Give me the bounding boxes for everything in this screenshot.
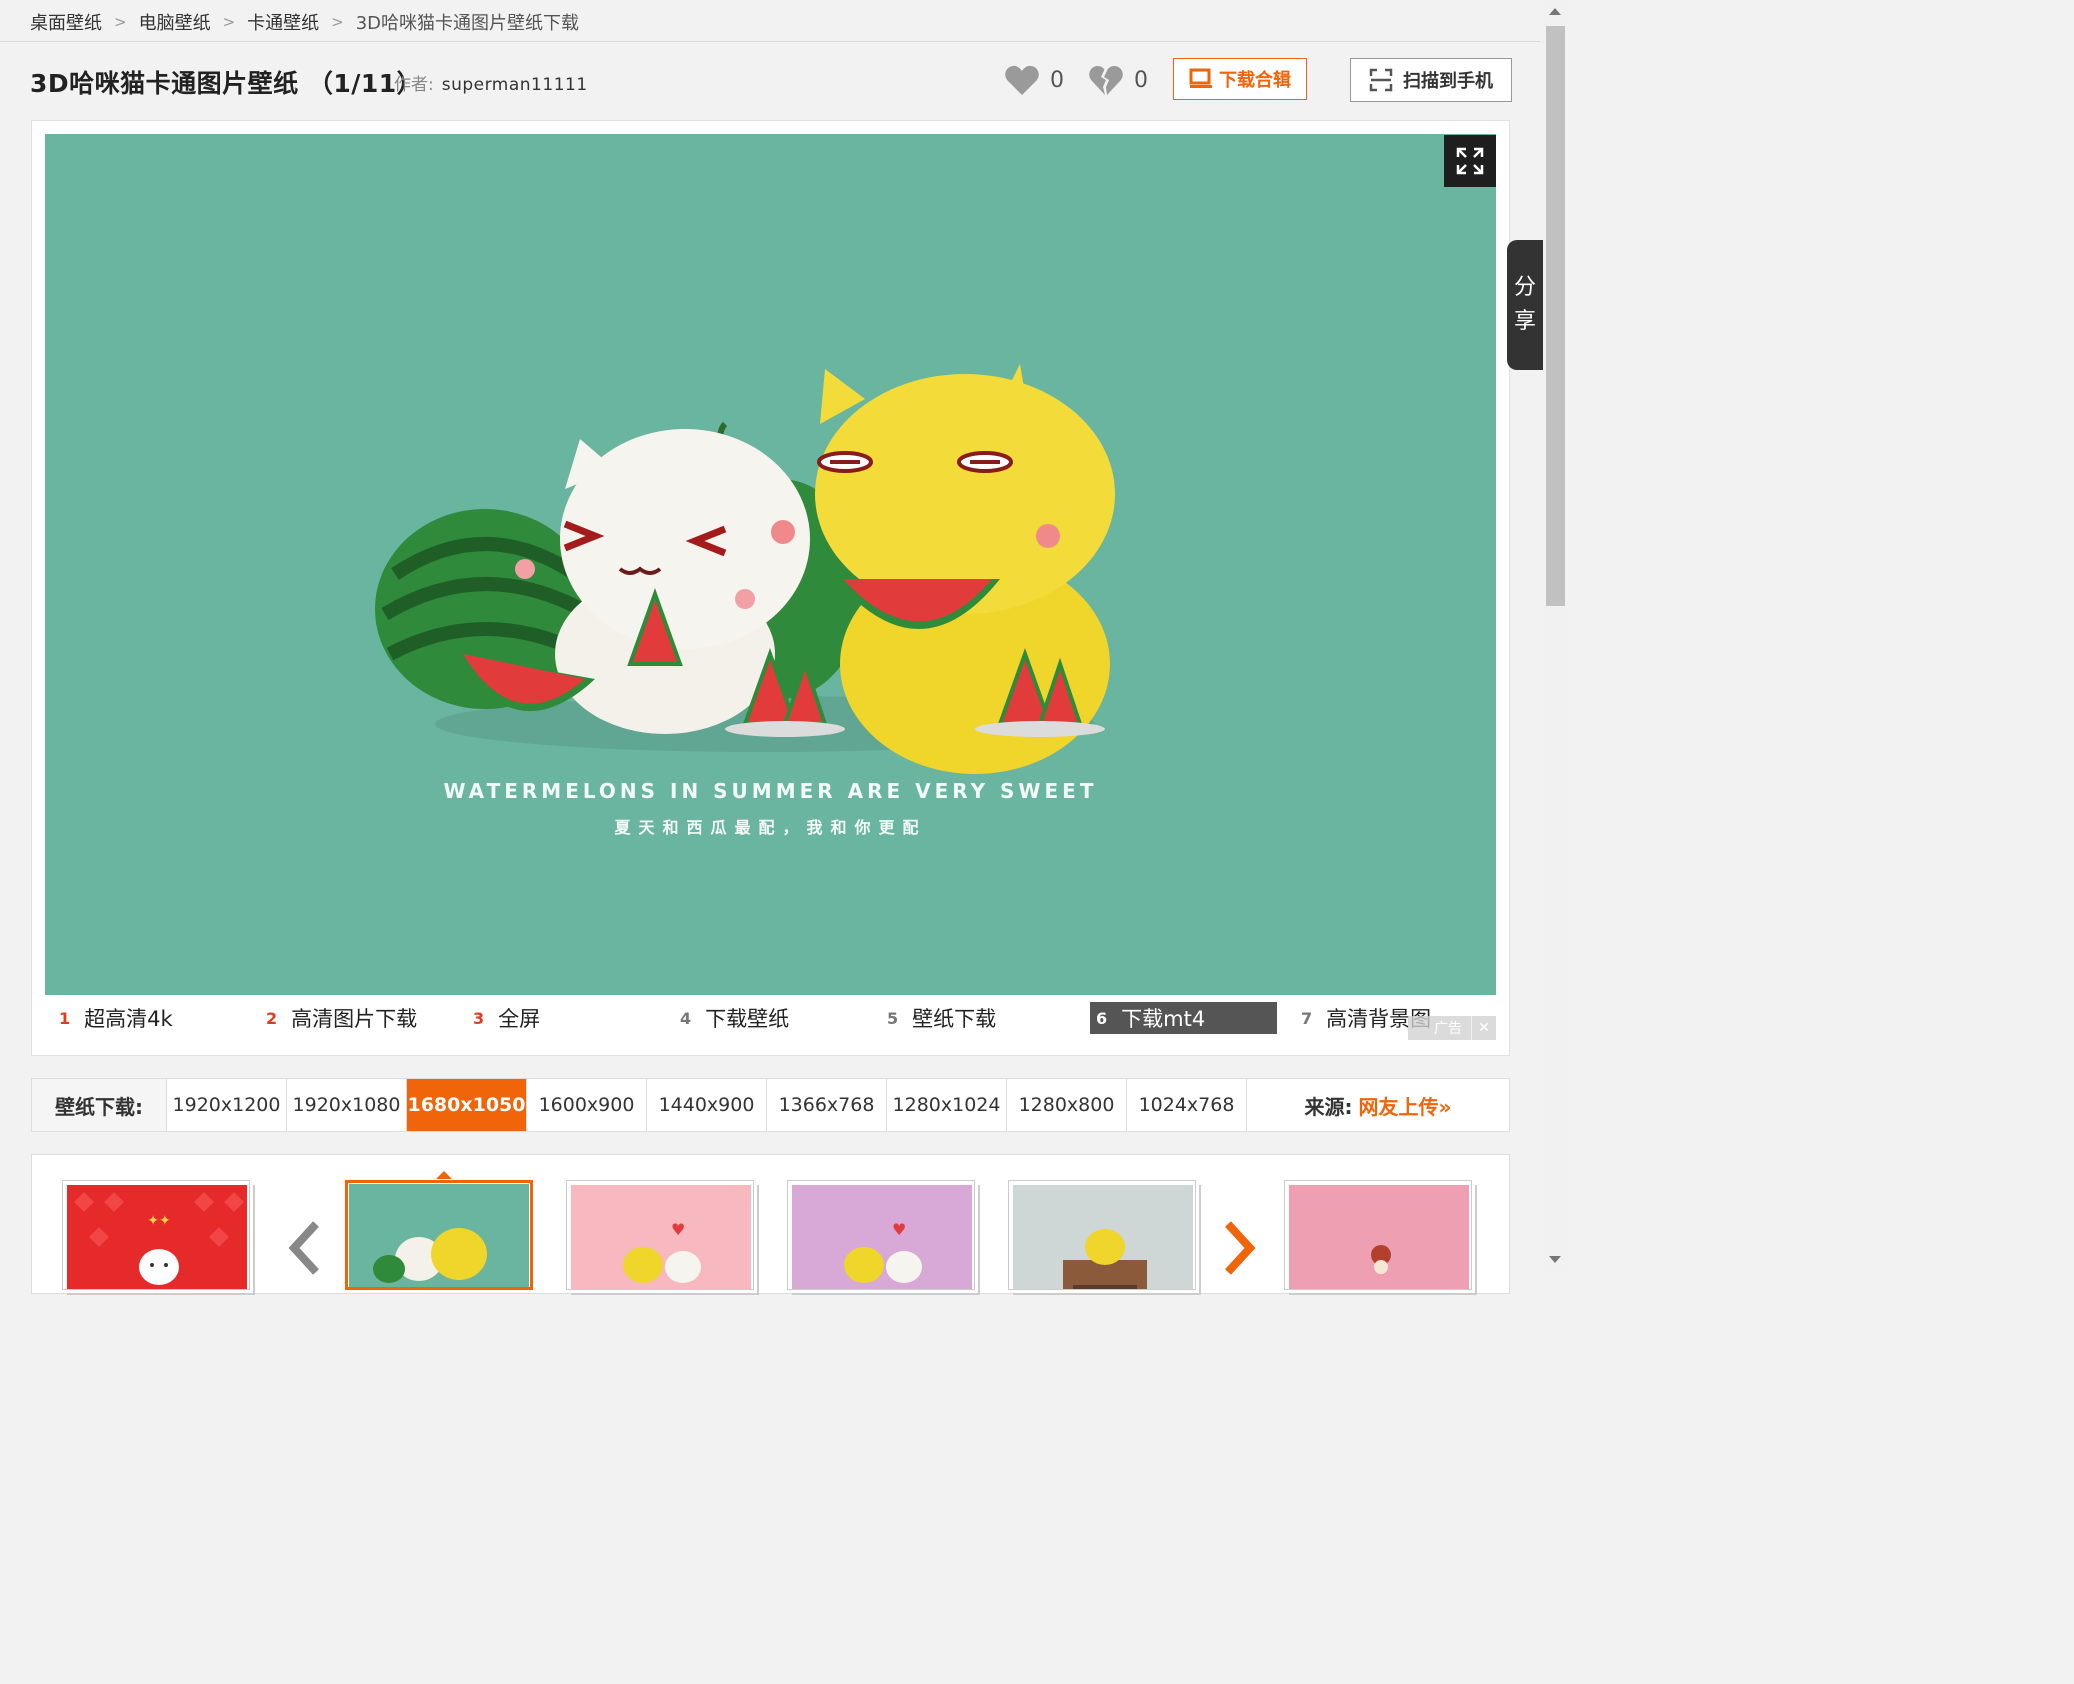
download-album-label: 下载合辑 [1219, 70, 1291, 91]
author-info: 作者: superman11111 [394, 70, 588, 95]
thumbnail-image [349, 1184, 529, 1287]
wallpaper-caption-en: WATERMELONS IN SUMMER ARE VERY SWEET [443, 779, 1098, 803]
scrollbar-thumb[interactable] [1546, 26, 1565, 606]
link-number: 5 [887, 1008, 899, 1028]
dislike-count: 0 [1134, 67, 1148, 93]
chevron-right-icon [1225, 1221, 1256, 1275]
resolution-option[interactable]: 1920x1080 [287, 1079, 407, 1131]
svg-text:♥: ♥ [892, 1220, 906, 1239]
share-label-2: 享 [1513, 309, 1536, 334]
download-album-button[interactable]: 下载合辑 [1173, 58, 1307, 100]
thumbnail-image [1289, 1185, 1469, 1289]
link-label: 全屏 [498, 1007, 541, 1031]
ad-link-2[interactable]: 2 高清图片下载 [266, 1002, 417, 1034]
link-number: 4 [680, 1008, 692, 1028]
ad-tag: 广告 ✕ [1408, 1016, 1496, 1040]
breadcrumb-item-desktop[interactable]: 桌面壁纸 [30, 9, 102, 35]
source-info: 来源: 网友上传» [1247, 1079, 1509, 1131]
close-icon[interactable]: ✕ [1471, 1016, 1496, 1040]
link-label: 下载壁纸 [705, 1007, 790, 1031]
chevron-right-icon: > [114, 13, 127, 31]
resolution-option[interactable]: 1366x768 [767, 1079, 887, 1131]
divider [0, 41, 1540, 42]
chevron-left-icon [288, 1221, 319, 1275]
ad-link-1[interactable]: 1 超高清4k [59, 1002, 173, 1034]
link-label: 壁纸下载 [912, 1007, 997, 1031]
thumb-next-arrow[interactable] [1222, 1218, 1256, 1282]
source-link[interactable]: 网友上传» [1359, 1091, 1452, 1120]
resolution-bar: 壁纸下载: 1920x1200 1920x1080 1680x1050 1600… [31, 1078, 1510, 1132]
share-label-1: 分 [1513, 275, 1536, 300]
link-number: 3 [473, 1008, 485, 1028]
thumbnail[interactable] [1008, 1180, 1196, 1290]
thumbnail[interactable]: ♥ [566, 1180, 754, 1290]
link-number: 7 [1301, 1008, 1313, 1028]
wallpaper-image[interactable]: WATERMELONS IN SUMMER ARE VERY SWEET 夏天和… [45, 134, 1496, 995]
resolution-option[interactable]: 1280x1024 [887, 1079, 1007, 1131]
link-number: 2 [266, 1008, 278, 1028]
link-number: 6 [1096, 1008, 1108, 1028]
resolution-option[interactable]: 1440x900 [647, 1079, 767, 1131]
scan-icon [1369, 68, 1393, 92]
like-count: 0 [1050, 67, 1064, 93]
thumbnail-image: ✦✦ [67, 1185, 247, 1289]
link-label: 超高清4k [84, 1007, 173, 1031]
thumbnail[interactable]: ♥ [787, 1180, 975, 1290]
author-label: 作者: [394, 75, 434, 95]
breadcrumb-item-computer[interactable]: 电脑壁纸 [139, 9, 211, 35]
breadcrumb-current: 3D哈咪猫卡通图片壁纸下载 [355, 13, 580, 34]
dislike-button[interactable]: 0 [1088, 64, 1148, 96]
resolution-option[interactable]: 1024x768 [1127, 1079, 1247, 1131]
breadcrumb-item-cartoon[interactable]: 卡通壁纸 [247, 9, 319, 35]
thumbnail-prev-album[interactable]: ✦✦ [62, 1180, 250, 1290]
resolution-option-selected[interactable]: 1680x1050 [407, 1079, 527, 1131]
link-number: 1 [59, 1008, 71, 1028]
author-name[interactable]: superman11111 [442, 75, 588, 95]
link-label: 下载mt4 [1121, 1007, 1206, 1031]
active-thumb-pointer [436, 1171, 452, 1179]
thumb-prev-arrow[interactable] [288, 1218, 322, 1282]
chevron-right-icon: > [222, 13, 236, 31]
scroll-up-icon[interactable] [1549, 8, 1561, 15]
ad-link-4[interactable]: 4 下载壁纸 [680, 1002, 789, 1034]
thumbnail-next-album[interactable] [1284, 1180, 1472, 1290]
share-tab[interactable]: 分 享 [1507, 240, 1543, 370]
expand-icon [1456, 147, 1484, 175]
broken-heart-icon [1089, 65, 1123, 95]
chevron-right-icon: > [331, 13, 344, 31]
wallpaper-caption-cn: 夏天和西瓜最配，我和你更配 [614, 818, 927, 837]
svg-text:♥: ♥ [671, 1220, 685, 1239]
resolution-option[interactable]: 1280x800 [1007, 1079, 1127, 1131]
scan-to-phone-button[interactable]: 扫描到手机 [1350, 58, 1512, 102]
ad-label: 广告 [1434, 1021, 1462, 1037]
wallpaper-illustration [375, 364, 1115, 774]
source-label: 来源: [1304, 1094, 1353, 1119]
ad-link-5[interactable]: 5 壁纸下载 [887, 1002, 996, 1034]
resolution-label: 壁纸下载: [32, 1079, 167, 1131]
resolution-option[interactable]: 1600x900 [527, 1079, 647, 1131]
thumbnail-image: ♥ [571, 1185, 751, 1289]
svg-text:✦✦: ✦✦ [147, 1213, 171, 1229]
page-title: 3D哈咪猫卡通图片壁纸 （1/11） [30, 69, 423, 98]
thumbnail-image [1013, 1185, 1193, 1289]
ad-link-6[interactable]: 6 下载mt4 [1090, 1002, 1277, 1034]
thumbnail-image: ♥ [792, 1185, 972, 1289]
scan-label: 扫描到手机 [1403, 71, 1493, 92]
resolution-option[interactable]: 1920x1200 [167, 1079, 287, 1131]
breadcrumb: 桌面壁纸 > 电脑壁纸 > 卡通壁纸 > 3D哈咪猫卡通图片壁纸下载 [30, 8, 579, 36]
monitor-icon [1189, 68, 1212, 88]
fullscreen-button[interactable] [1444, 135, 1496, 187]
like-button[interactable]: 0 [1004, 64, 1064, 96]
scroll-down-icon[interactable] [1549, 1256, 1561, 1263]
link-label: 高清图片下载 [291, 1007, 418, 1031]
ad-links-row: 1 超高清4k 2 高清图片下载 3 全屏 4 下载壁纸 5 壁纸下载 6 下载mt4 7 高… [45, 1002, 1496, 1040]
heart-icon [1005, 65, 1039, 95]
thumbnail-current[interactable] [345, 1180, 533, 1290]
ad-link-3[interactable]: 3 全屏 [473, 1002, 540, 1034]
